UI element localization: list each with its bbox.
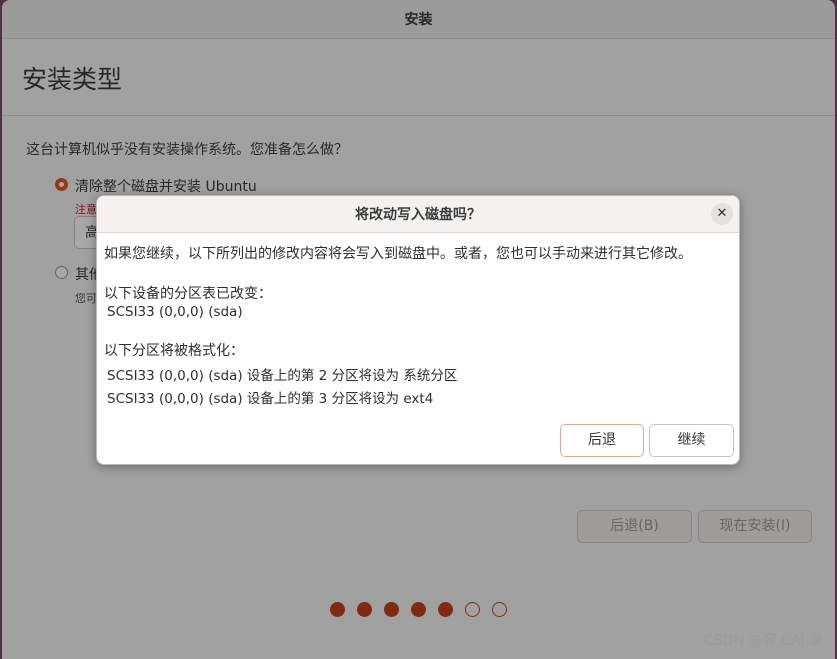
- window-title: 安装: [2, 0, 835, 39]
- watermark: CSDN @容.CAI.录: [704, 633, 823, 649]
- erase-disk-radio[interactable]: [55, 178, 68, 191]
- erase-disk-label[interactable]: 清除整个磁盘并安装 Ubuntu: [75, 176, 257, 196]
- dialog-title: 将改动写入磁盘吗？: [97, 196, 739, 233]
- erase-disk-note: 注意: [75, 203, 97, 216]
- format-item: SCSI33 (0,0,0) (sda) 设备上的第 2 分区将设为 系统分区: [107, 368, 458, 384]
- divider: [2, 115, 835, 116]
- close-icon[interactable]: ✕: [711, 203, 733, 225]
- progress-dot-5: [438, 602, 453, 617]
- partition-table-device: SCSI33 (0,0,0) (sda): [107, 304, 243, 320]
- format-heading: 以下分区将被格式化：: [104, 343, 244, 359]
- install-question: 这台计算机似乎没有安装操作系统。您准备怎么做？: [26, 142, 348, 158]
- dialog-back-button[interactable]: 后退: [560, 424, 644, 457]
- install-now-button[interactable]: 现在安装(I): [698, 510, 812, 543]
- dialog-continue-button[interactable]: 继续: [649, 424, 734, 457]
- progress-dot-6: [465, 602, 480, 617]
- something-else-hint: 您可: [75, 292, 97, 305]
- format-item: SCSI33 (0,0,0) (sda) 设备上的第 3 分区将设为 ext4: [107, 391, 434, 407]
- write-changes-dialog: 将改动写入磁盘吗？ ✕ 如果您继续，以下所列出的修改内容将会写入到磁盘中。或者，…: [96, 195, 740, 465]
- dialog-intro: 如果您继续，以下所列出的修改内容将会写入到磁盘中。或者，您也可以手动来进行其它修…: [104, 246, 692, 262]
- progress-dot-2: [357, 602, 372, 617]
- progress-dot-1: [330, 602, 345, 617]
- back-button[interactable]: 后退(B): [577, 510, 692, 543]
- something-else-radio[interactable]: [55, 266, 68, 279]
- partition-table-heading: 以下设备的分区表已改变：: [104, 286, 272, 302]
- progress-dot-4: [411, 602, 426, 617]
- progress-dot-3: [384, 602, 399, 617]
- page-title: 安装类型: [22, 65, 123, 94]
- progress-dot-7: [492, 602, 507, 617]
